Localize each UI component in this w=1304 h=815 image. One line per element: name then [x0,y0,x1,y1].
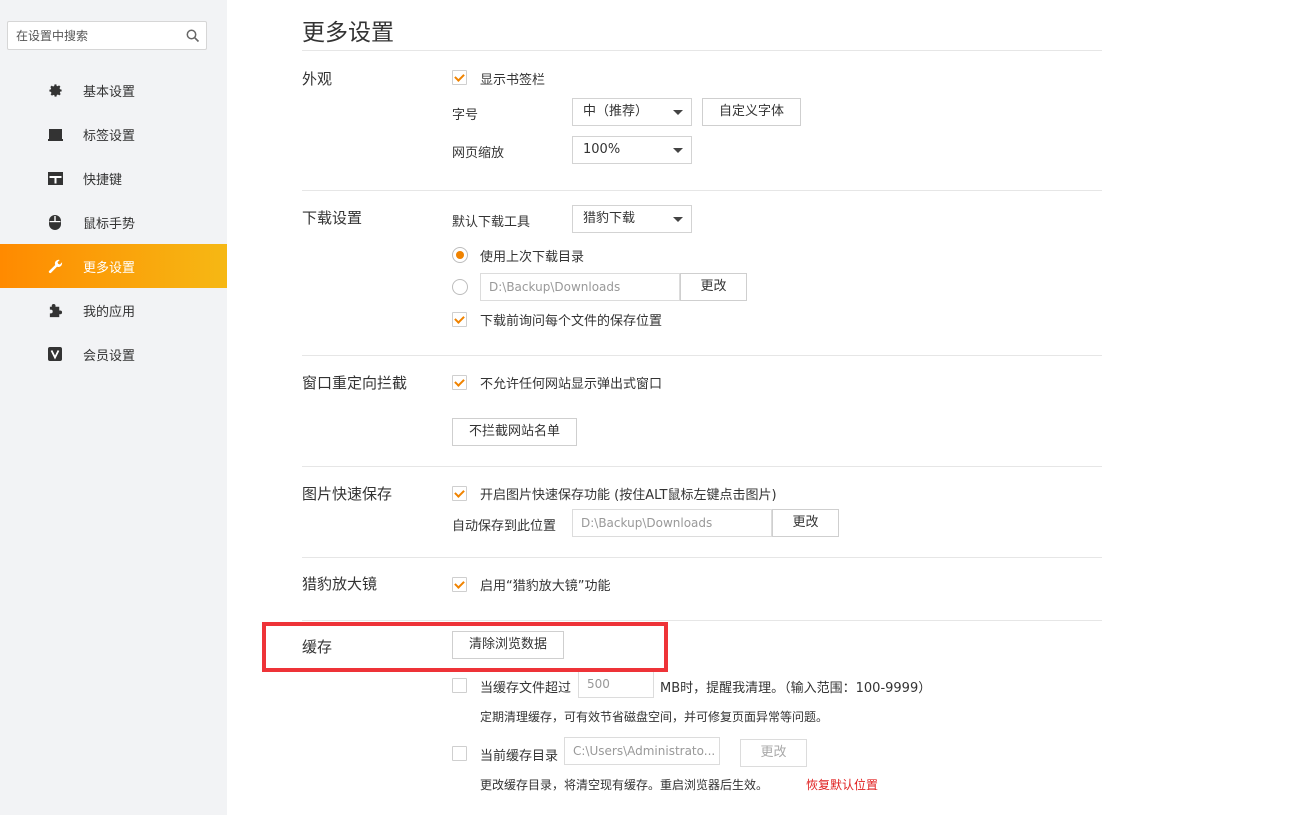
divider [302,620,1102,621]
popup-whitelist-button[interactable]: 不拦截网站名单 [452,418,577,446]
section-label-download: 下载设置 [302,209,363,227]
download-tool-select[interactable]: 猎豹下载 [572,205,692,233]
section-label-image-save: 图片快速保存 [302,485,393,503]
sidebar-item-vip[interactable]: 会员设置 [0,332,227,376]
section-label-popup: 窗口重定向拦截 [302,374,408,392]
divider [302,557,1102,558]
wrench-icon [47,258,63,274]
keyboard-icon [47,170,63,186]
sidebar-item-label: 快捷键 [83,172,123,188]
cache-limit-label: 当缓存文件超过 [480,681,572,696]
show-bookmarks-label: 显示书签栏 [480,73,546,88]
use-last-dir-label: 使用上次下载目录 [480,250,585,265]
main-content: 更多设置 外观 显示书签栏 字号 中（推荐） 自定义字体 网页缩放 100% 下… [302,0,1102,815]
download-dir-change-button[interactable]: 更改 [680,273,747,301]
auto-save-label: 自动保存到此位置 [452,519,557,534]
image-save-checkbox[interactable] [452,486,467,501]
cache-limit-suffix: MB时，提醒我清理。（输入范围：100-9999） [660,681,932,696]
cache-dir-hint: 更改缓存目录，将清空现有缓存。重启浏览器后生效。 [480,778,769,792]
font-size-select[interactable]: 中（推荐） [572,98,692,126]
magnifier-label: 启用“猎豹放大镜”功能 [480,579,611,594]
vip-icon [47,346,63,362]
sidebar: 基本设置 标签设置 快捷键 鼠标手势 更多设置 [0,0,227,815]
ask-location-label: 下载前询问每个文件的保存位置 [480,314,663,329]
highlight-box [262,622,668,672]
chevron-down-icon [673,148,683,153]
chevron-down-icon [673,110,683,115]
divider [302,50,1102,51]
divider [302,190,1102,191]
restore-default-link[interactable]: 恢复默认位置 [806,776,878,793]
divider [302,466,1102,467]
magnifier-checkbox[interactable] [452,577,467,592]
show-bookmarks-checkbox[interactable] [452,70,467,85]
mouse-icon [47,214,63,230]
search-box [7,21,207,50]
chevron-down-icon [673,217,683,222]
sidebar-item-more-settings[interactable]: 更多设置 [0,244,227,288]
sidebar-item-label: 更多设置 [83,260,136,276]
ask-location-checkbox[interactable] [452,312,467,327]
download-tool-label: 默认下载工具 [452,215,531,230]
cache-dir-label: 当前缓存目录 [480,749,559,764]
divider [302,355,1102,356]
sidebar-item-label: 标签设置 [83,128,136,144]
zoom-value: 100% [583,142,621,157]
sidebar-item-basic[interactable]: 基本设置 [0,68,227,112]
cache-dir-change-button[interactable]: 更改 [740,739,807,767]
use-last-dir-radio[interactable] [452,247,468,263]
sidebar-item-label: 会员设置 [83,348,136,364]
sidebar-item-label: 我的应用 [83,304,136,320]
sidebar-item-label: 基本设置 [83,84,136,100]
tab-icon [47,126,63,142]
puzzle-icon [47,302,63,318]
zoom-label: 网页缩放 [452,146,505,161]
sidebar-item-my-apps[interactable]: 我的应用 [0,288,227,332]
cache-dir-field[interactable]: C:\Users\Administrato... [564,737,720,765]
custom-font-button[interactable]: 自定义字体 [702,98,801,126]
image-save-label: 开启图片快速保存功能 (按住ALT鼠标左键点击图片) [480,488,777,503]
sidebar-item-tabs[interactable]: 标签设置 [0,112,227,156]
sidebar-item-label: 鼠标手势 [83,216,136,232]
download-tool-value: 猎豹下载 [583,211,636,226]
cache-dir-checkbox[interactable] [452,746,467,761]
section-label-appearance: 外观 [302,70,333,88]
block-popups-label: 不允许任何网站显示弹出式窗口 [480,377,663,392]
custom-dir-radio[interactable] [452,279,468,295]
cache-limit-checkbox[interactable] [452,678,467,693]
zoom-select[interactable]: 100% [572,136,692,164]
cache-limit-hint: 定期清理缓存，可有效节省磁盘空间，并可修复页面异常等问题。 [480,710,829,724]
font-size-label: 字号 [452,108,479,123]
gear-icon [47,82,63,98]
sidebar-item-shortcuts[interactable]: 快捷键 [0,156,227,200]
image-save-change-button[interactable]: 更改 [772,509,839,537]
download-dir-field[interactable]: D:\Backup\Downloads [480,273,680,301]
search-input[interactable] [8,22,180,49]
font-size-value: 中（推荐） [583,104,649,119]
image-save-dir-field[interactable]: D:\Backup\Downloads [572,509,772,537]
block-popups-checkbox[interactable] [452,375,467,390]
page-title: 更多设置 [302,20,394,46]
cache-limit-input[interactable]: 500 [578,670,654,698]
section-label-magnifier: 猎豹放大镜 [302,575,378,593]
sidebar-nav: 基本设置 标签设置 快捷键 鼠标手势 更多设置 我的应用 会员设置 [0,68,227,376]
search-icon[interactable] [186,29,200,43]
sidebar-item-mouse-gestures[interactable]: 鼠标手势 [0,200,227,244]
